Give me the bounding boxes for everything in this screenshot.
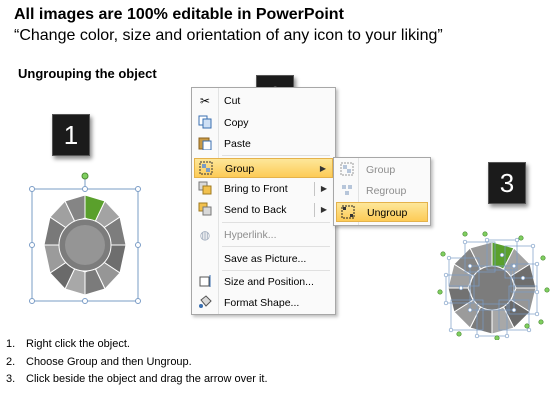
bring-to-front-icon bbox=[197, 181, 213, 197]
menu-item-send-to-back[interactable]: Send to Back ▶ bbox=[194, 200, 333, 220]
slide-subtitle: “Change color, size and orientation of a… bbox=[14, 27, 443, 44]
context-menu: ✂ Cut Copy Paste Group ▶ Bring to Front … bbox=[191, 87, 336, 315]
menu-item-cut[interactable]: ✂ Cut bbox=[194, 91, 333, 111]
rotation-handle[interactable] bbox=[81, 172, 89, 180]
menu-item-format-shape[interactable]: Format Shape... bbox=[194, 293, 333, 313]
menu-item-bring-to-front[interactable]: Bring to Front ▶ bbox=[194, 179, 333, 199]
menu-item-group[interactable]: Group ▶ bbox=[194, 158, 333, 178]
group-icon bbox=[339, 162, 355, 178]
submenu-item-group[interactable]: Group bbox=[336, 160, 428, 180]
menu-item-hyperlink[interactable]: ◍ Hyperlink... bbox=[194, 225, 333, 245]
ungrouped-object-figure[interactable] bbox=[437, 230, 555, 340]
regroup-icon bbox=[339, 183, 355, 199]
menu-item-size-and-position[interactable]: Size and Position... bbox=[194, 272, 333, 292]
menu-item-paste[interactable]: Paste bbox=[194, 134, 333, 154]
step-badge-3: 3 bbox=[488, 162, 526, 204]
instruction-item: 3. Click beside the object and drag the a… bbox=[6, 373, 268, 385]
menu-item-save-as-picture[interactable]: Save as Picture... bbox=[194, 249, 333, 269]
size-position-icon bbox=[197, 274, 213, 290]
send-to-back-icon bbox=[197, 202, 213, 218]
section-heading: Ungrouping the object bbox=[18, 66, 157, 81]
step-badge-1: 1 bbox=[52, 114, 90, 156]
paint-bucket-icon bbox=[197, 295, 213, 311]
submenu-arrow-icon: ▶ bbox=[320, 205, 327, 214]
ungroup-icon bbox=[340, 205, 356, 221]
menu-separator bbox=[222, 155, 330, 156]
copy-icon bbox=[197, 115, 213, 131]
instruction-item: 1. Right click the object. bbox=[6, 338, 130, 350]
grouped-object-figure[interactable] bbox=[22, 170, 152, 310]
scissors-icon: ✂ bbox=[199, 94, 211, 108]
menu-item-copy[interactable]: Copy bbox=[194, 113, 333, 133]
menu-separator bbox=[222, 270, 330, 271]
group-submenu: Group Regroup Ungroup bbox=[333, 157, 431, 226]
slide-title: All images are 100% editable in PowerPoi… bbox=[14, 6, 344, 23]
submenu-arrow-icon: ▶ bbox=[320, 184, 327, 193]
instruction-list: 1. Right click the object. 2. Choose Group… bbox=[6, 336, 268, 389]
decagon-shape bbox=[43, 194, 127, 296]
globe-icon: ◍ bbox=[199, 228, 211, 242]
menu-separator bbox=[222, 246, 330, 247]
instruction-item: 2. Choose Group and then Ungroup. bbox=[6, 355, 192, 368]
submenu-item-ungroup[interactable]: Ungroup bbox=[336, 202, 428, 222]
paste-icon bbox=[197, 136, 213, 152]
submenu-arrow-icon: ▶ bbox=[319, 164, 326, 173]
group-icon bbox=[198, 161, 214, 177]
submenu-item-regroup[interactable]: Regroup bbox=[336, 181, 428, 201]
menu-separator bbox=[222, 222, 330, 223]
